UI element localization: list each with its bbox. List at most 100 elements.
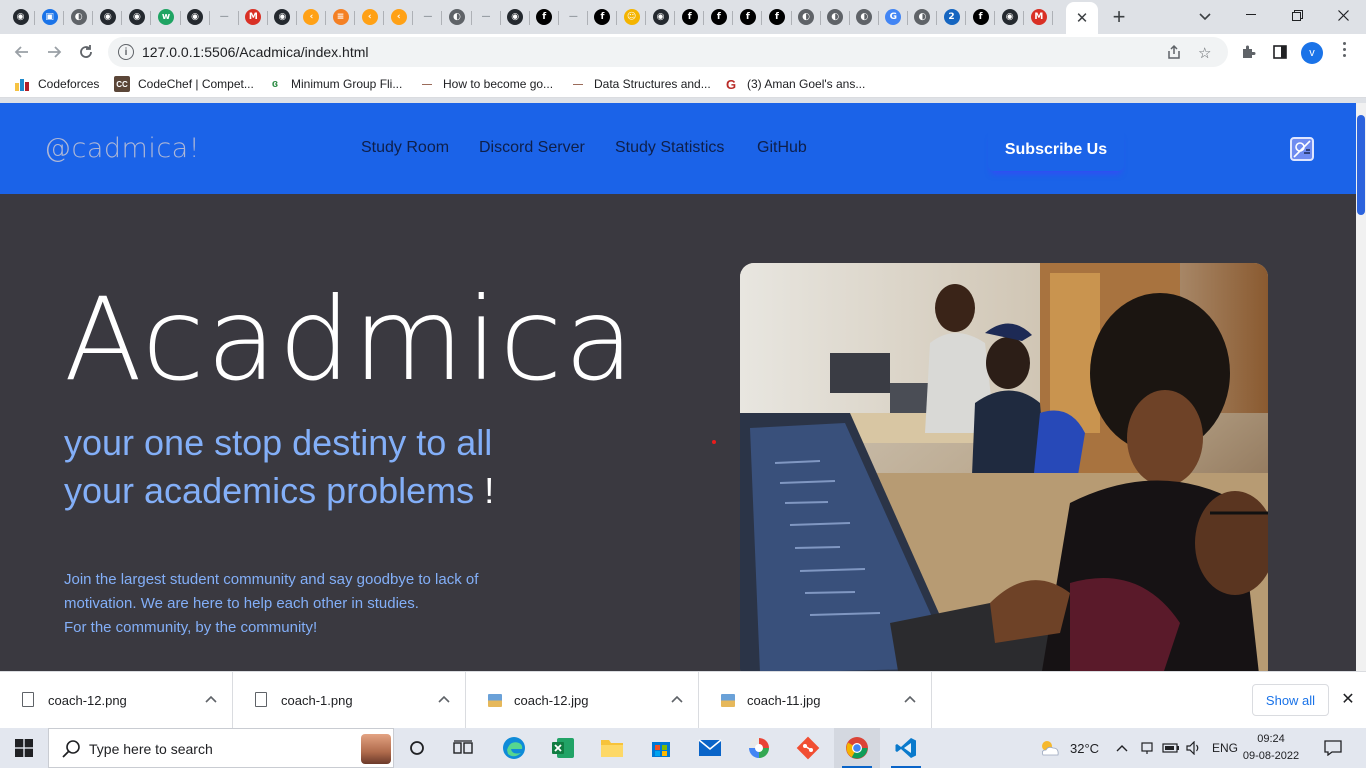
browser-tab[interactable]: ◐	[908, 3, 938, 31]
taskbar-file-explorer[interactable]	[589, 728, 635, 768]
close-window-button[interactable]	[1320, 0, 1366, 30]
taskbar-photos[interactable]	[736, 728, 782, 768]
taskbar-clock[interactable]: 09:24 09-08-2022	[1242, 731, 1300, 765]
forward-button[interactable]	[40, 38, 68, 66]
taskbar-chrome[interactable]	[834, 728, 880, 768]
browser-tab[interactable]: ◐	[821, 3, 850, 31]
bookmark-aman-goel[interactable]: G (3) Aman Goel's ans...	[723, 75, 865, 93]
download-item[interactable]: coach-12.png	[0, 672, 233, 729]
battery-tray[interactable]	[1162, 728, 1180, 768]
browser-tab[interactable]: ◉	[501, 3, 530, 31]
browser-menu-icon[interactable]	[1340, 42, 1348, 57]
nav-discord-server[interactable]: Discord Server	[479, 139, 585, 157]
reload-button[interactable]	[72, 38, 100, 66]
bookmark-data-structures[interactable]: — Data Structures and...	[570, 75, 711, 93]
task-view-button[interactable]	[440, 728, 486, 768]
browser-tab[interactable]: ◉	[6, 3, 36, 31]
browser-tab[interactable]: 2	[937, 3, 967, 31]
restore-button[interactable]	[1274, 0, 1320, 30]
browser-tab[interactable]: ◉	[646, 3, 676, 31]
browser-tab[interactable]: ◉	[93, 3, 123, 31]
chevron-up-icon[interactable]	[903, 692, 917, 706]
bookmark-codechef[interactable]: CC CodeChef | Compet...	[114, 75, 254, 93]
browser-tab[interactable]: —	[472, 3, 501, 31]
close-download-shelf-icon[interactable]: ✕	[1339, 690, 1357, 708]
browser-tab[interactable]: ◐	[850, 3, 879, 31]
browser-tab[interactable]: ◐	[64, 3, 94, 31]
download-filename[interactable]: coach-12.jpg	[514, 693, 588, 708]
site-logo[interactable]: @cadmica!	[44, 133, 200, 164]
close-tab-icon[interactable]: ✕	[1076, 9, 1089, 27]
notifications-button[interactable]	[1324, 728, 1342, 768]
browser-tab[interactable]: G	[879, 3, 909, 31]
chevron-up-icon[interactable]	[437, 692, 451, 706]
taskbar-search-placeholder[interactable]: Type here to search	[89, 741, 213, 757]
taskbar-vscode[interactable]	[883, 728, 929, 768]
chevron-up-icon[interactable]	[204, 692, 218, 706]
taskbar-search-box[interactable]: Type here to search	[48, 728, 394, 768]
browser-tab[interactable]: f	[675, 3, 705, 31]
network-tray[interactable]	[1140, 728, 1154, 768]
cortana-button[interactable]	[394, 728, 440, 768]
browser-tab[interactable]: ◉	[268, 3, 298, 31]
show-hidden-icons-button[interactable]	[1116, 728, 1128, 768]
browser-tab[interactable]: ◉	[995, 3, 1025, 31]
download-filename[interactable]: coach-12.png	[48, 693, 127, 708]
browser-tab[interactable]: ◉	[181, 3, 210, 31]
browser-tab[interactable]: f	[588, 3, 618, 31]
browser-tab[interactable]: M	[239, 3, 268, 31]
share-icon[interactable]	[1166, 44, 1182, 64]
browser-tab[interactable]: w	[151, 3, 181, 31]
side-panel-icon[interactable]	[1270, 42, 1290, 62]
browser-tab[interactable]: ‹	[297, 3, 327, 31]
browser-tab[interactable]: ‹	[384, 3, 414, 31]
taskbar-excel[interactable]	[540, 728, 586, 768]
download-item[interactable]: coach-1.png	[233, 672, 466, 729]
profile-avatar[interactable]: v	[1301, 42, 1323, 64]
download-filename[interactable]: coach-11.jpg	[747, 693, 820, 708]
address-bar[interactable]: i 127.0.0.1:5506/Acadmica/index.html ☆	[108, 37, 1228, 67]
browser-tab[interactable]: f	[966, 3, 996, 31]
taskbar-store[interactable]	[638, 728, 684, 768]
start-button[interactable]	[0, 728, 48, 768]
volume-tray[interactable]	[1186, 728, 1202, 768]
browser-tab[interactable]: ◐	[442, 3, 472, 31]
download-item[interactable]: coach-11.jpg	[699, 672, 932, 729]
back-button[interactable]	[8, 38, 36, 66]
page-scrollbar[interactable]	[1356, 103, 1366, 671]
download-filename[interactable]: coach-1.png	[281, 693, 353, 708]
browser-tab[interactable]: ▣	[35, 3, 65, 31]
chevron-up-icon[interactable]	[670, 692, 684, 706]
theme-toggle-icon[interactable]	[1290, 137, 1314, 161]
url-text[interactable]: 127.0.0.1:5506/Acadmica/index.html	[142, 44, 368, 60]
extensions-icon[interactable]	[1238, 42, 1258, 62]
nav-study-room[interactable]: Study Room	[361, 139, 449, 157]
minimize-button[interactable]	[1228, 0, 1274, 30]
browser-tab[interactable]: f	[733, 3, 763, 31]
nav-github[interactable]: GitHub	[757, 139, 807, 157]
tab-search-button[interactable]	[1192, 4, 1218, 30]
show-all-downloads-button[interactable]: Show all	[1252, 684, 1329, 716]
browser-tab[interactable]: ‹	[355, 3, 385, 31]
download-item[interactable]: coach-12.jpg	[466, 672, 699, 729]
weather-widget[interactable]: 32°C	[1038, 728, 1099, 768]
browser-tab[interactable]: f	[762, 3, 792, 31]
bookmark-star-icon[interactable]: ☆	[1198, 44, 1211, 62]
browser-tab[interactable]: ◉	[122, 3, 152, 31]
browser-tab[interactable]: ◐	[792, 3, 821, 31]
browser-tab[interactable]: f	[530, 3, 559, 31]
browser-tab[interactable]: ≡	[326, 3, 356, 31]
scrollbar-thumb[interactable]	[1357, 115, 1365, 215]
taskbar-git[interactable]	[785, 728, 831, 768]
subscribe-button[interactable]: Subscribe Us	[988, 129, 1124, 171]
active-tab[interactable]: ✕	[1066, 2, 1098, 34]
input-language[interactable]: ENG	[1212, 728, 1238, 768]
nav-study-statistics[interactable]: Study Statistics	[615, 139, 724, 157]
bookmark-minimum-group[interactable]: ɞ Minimum Group Fli...	[267, 75, 402, 93]
taskbar-mail[interactable]	[687, 728, 733, 768]
browser-tab[interactable]: —	[210, 3, 239, 31]
new-tab-button[interactable]: +	[1106, 4, 1132, 30]
browser-tab[interactable]: M	[1024, 3, 1054, 31]
info-icon[interactable]: i	[118, 44, 134, 60]
browser-tab[interactable]: ☺	[617, 3, 647, 31]
